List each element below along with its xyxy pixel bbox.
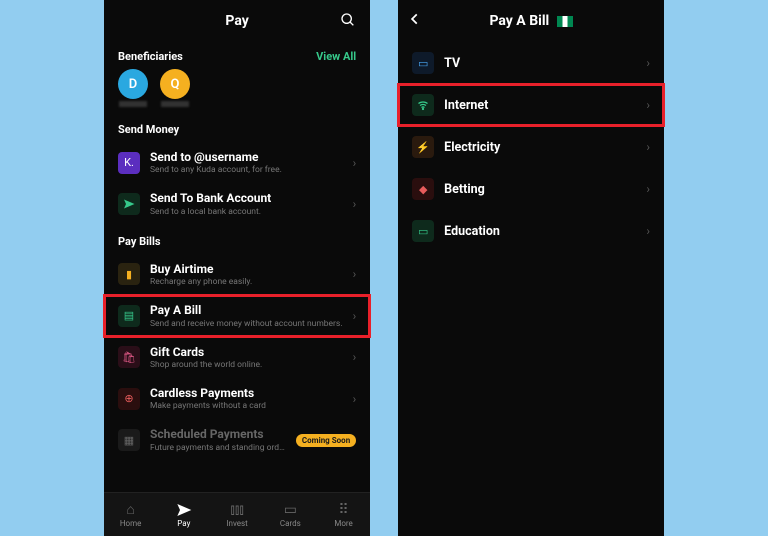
- book-icon: ▭: [412, 220, 434, 242]
- grid-icon: ⠿: [338, 502, 348, 518]
- k-logo-icon: K.: [118, 152, 140, 174]
- category-tv-row[interactable]: ▭ TV ›: [398, 42, 664, 84]
- tab-label: Cards: [280, 519, 301, 528]
- chip-icon: ◆: [412, 178, 434, 200]
- view-all-link[interactable]: View All: [316, 50, 356, 63]
- nigeria-flag-icon: [557, 16, 573, 27]
- pay-a-bill-screen: Pay A Bill ▭ TV › Internet › ⚡ Electrici…: [398, 0, 664, 536]
- beneficiary-avatar[interactable]: D: [118, 69, 148, 107]
- bottom-tabbar: ⌂ Home Pay ⫾⫾⫾ Invest ▭ Cards ⠿ More: [104, 492, 370, 536]
- pay-screen: Pay Beneficiaries View All D Q Send Mone…: [104, 0, 370, 536]
- header: Pay A Bill: [398, 0, 664, 42]
- row-title: Gift Cards: [150, 345, 343, 359]
- chevron-right-icon: ›: [646, 56, 650, 70]
- row-title: Cardless Payments: [150, 386, 343, 400]
- back-icon[interactable]: [408, 12, 422, 26]
- calendar-icon: ▦: [118, 429, 140, 451]
- chevron-right-icon: ›: [646, 140, 650, 154]
- tab-more[interactable]: ⠿ More: [317, 493, 370, 536]
- send-icon: [118, 193, 140, 215]
- category-electricity-row[interactable]: ⚡ Electricity ›: [398, 126, 664, 168]
- chevron-right-icon: ›: [353, 197, 357, 211]
- chevron-right-icon: ›: [646, 224, 650, 238]
- chevron-right-icon: ›: [353, 350, 357, 364]
- scheduled-payments-row: ▦ Scheduled Payments Future payments and…: [104, 419, 370, 460]
- page-title: Pay: [225, 13, 248, 29]
- row-title: Pay A Bill: [150, 303, 343, 317]
- tv-icon: ▭: [412, 52, 434, 74]
- send-money-list: K. Send to @username Send to any Kuda ac…: [104, 142, 370, 225]
- row-title: Buy Airtime: [150, 262, 343, 276]
- row-subtitle: Send and receive money without account n…: [150, 319, 343, 329]
- pay-bills-list: ▮ Buy Airtime Recharge any phone easily.…: [104, 254, 370, 461]
- tab-invest[interactable]: ⫾⫾⫾ Invest: [210, 493, 263, 536]
- beneficiaries-label: Beneficiaries: [118, 50, 183, 63]
- tab-home[interactable]: ⌂ Home: [104, 493, 157, 536]
- bolt-icon: ⚡: [412, 136, 434, 158]
- cardless-payments-row[interactable]: ⊕ Cardless Payments Make payments withou…: [104, 378, 370, 419]
- row-title: Send to @username: [150, 150, 343, 164]
- tab-label: Invest: [226, 519, 247, 528]
- avatar-initial: Q: [160, 69, 190, 99]
- tab-label: More: [334, 519, 352, 528]
- category-education-row[interactable]: ▭ Education ›: [398, 210, 664, 252]
- category-internet-row[interactable]: Internet ›: [398, 84, 664, 126]
- send-to-username-row[interactable]: K. Send to @username Send to any Kuda ac…: [104, 142, 370, 183]
- coming-soon-badge: Coming Soon: [296, 434, 356, 447]
- tab-pay[interactable]: Pay: [157, 493, 210, 536]
- chart-icon: ⫾⫾⫾: [230, 502, 243, 518]
- bill-categories-list: ▭ TV › Internet › ⚡ Electricity › ◆ Bett…: [398, 42, 664, 252]
- row-title: Internet: [444, 98, 636, 113]
- send-to-bank-row[interactable]: Send To Bank Account Send to a local ban…: [104, 183, 370, 224]
- pay-a-bill-row[interactable]: ▤ Pay A Bill Send and receive money with…: [104, 295, 370, 336]
- page-title: Pay A Bill: [489, 13, 572, 29]
- row-title: TV: [444, 56, 636, 71]
- row-subtitle: Shop around the world online.: [150, 360, 343, 370]
- avatar-name-redacted: [119, 101, 147, 107]
- chevron-right-icon: ›: [646, 182, 650, 196]
- beneficiaries-list: D Q: [104, 69, 370, 113]
- home-icon: ⌂: [126, 501, 134, 518]
- chevron-right-icon: ›: [646, 98, 650, 112]
- gift-cards-row[interactable]: 🛍 Gift Cards Shop around the world onlin…: [104, 337, 370, 378]
- tab-label: Home: [120, 519, 142, 528]
- header: Pay: [104, 0, 370, 42]
- row-subtitle: Send to any Kuda account, for free.: [150, 165, 343, 175]
- tab-label: Pay: [177, 519, 190, 528]
- row-subtitle: Make payments without a card: [150, 401, 343, 411]
- chevron-right-icon: ›: [353, 267, 357, 281]
- cards-icon: ▭: [284, 502, 297, 518]
- beneficiaries-header: Beneficiaries View All: [104, 42, 370, 69]
- tab-cards[interactable]: ▭ Cards: [264, 493, 317, 536]
- avatar-initial: D: [118, 69, 148, 99]
- row-title: Education: [444, 224, 636, 239]
- category-betting-row[interactable]: ◆ Betting ›: [398, 168, 664, 210]
- search-icon[interactable]: [340, 12, 356, 28]
- row-title: Send To Bank Account: [150, 191, 343, 205]
- wifi-icon: [412, 94, 434, 116]
- chevron-right-icon: ›: [353, 156, 357, 170]
- avatar-name-redacted: [161, 101, 189, 107]
- send-icon: [176, 502, 192, 518]
- chevron-right-icon: ›: [353, 392, 357, 406]
- row-title: Electricity: [444, 140, 636, 155]
- buy-airtime-row[interactable]: ▮ Buy Airtime Recharge any phone easily.…: [104, 254, 370, 295]
- bill-icon: ▤: [118, 305, 140, 327]
- beneficiary-avatar[interactable]: Q: [160, 69, 190, 107]
- row-subtitle: Send to a local bank account.: [150, 207, 343, 217]
- row-title: Scheduled Payments: [150, 427, 286, 441]
- gift-icon: 🛍: [118, 346, 140, 368]
- globe-icon: ⊕: [118, 388, 140, 410]
- pay-bills-label: Pay Bills: [104, 225, 370, 254]
- row-subtitle: Future payments and standing orders.: [150, 443, 286, 453]
- send-money-label: Send Money: [104, 113, 370, 142]
- phone-icon: ▮: [118, 263, 140, 285]
- row-title: Betting: [444, 182, 636, 197]
- row-subtitle: Recharge any phone easily.: [150, 277, 343, 287]
- chevron-right-icon: ›: [353, 309, 357, 323]
